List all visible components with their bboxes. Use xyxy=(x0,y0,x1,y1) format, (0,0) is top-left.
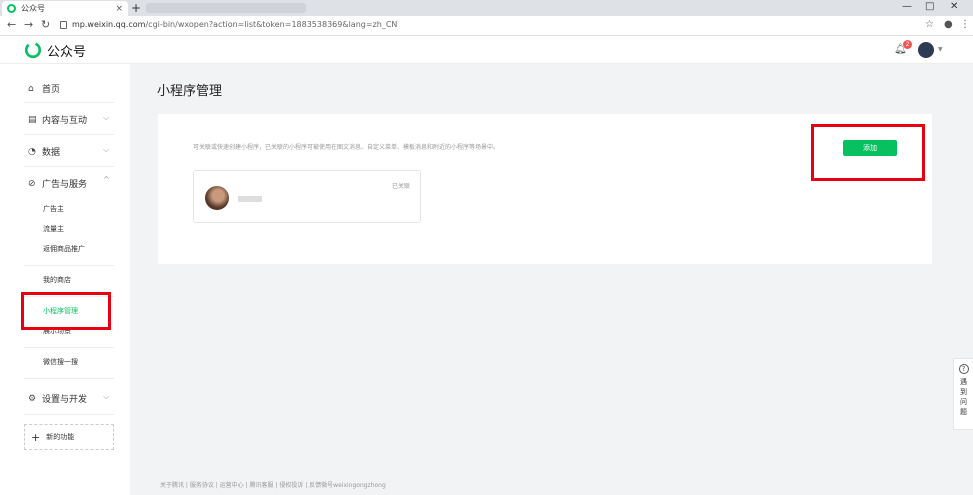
tab-close-icon[interactable]: × xyxy=(115,4,123,14)
app-header: 公众号 🔔︎ 2 ▼ xyxy=(0,36,973,64)
logo-text[interactable]: 公众号 xyxy=(47,41,86,60)
profile-icon[interactable]: ● xyxy=(944,19,953,30)
new-function-button[interactable]: + 新的功能 xyxy=(24,424,114,450)
chevron-up-icon[interactable]: ^ xyxy=(103,175,110,184)
url-host: mp.weixin.qq.com xyxy=(72,20,146,29)
maximize-button[interactable]: □ xyxy=(925,1,934,12)
home-icon: ⌂ xyxy=(28,83,34,94)
page-title: 小程序管理 xyxy=(157,84,223,99)
url-field[interactable]: mp.weixin.qq.com/cgi-bin/wxopen?action=l… xyxy=(72,20,397,29)
highlight-box-mini-program-menu xyxy=(21,292,111,330)
question-icon: ? xyxy=(958,364,969,374)
help-widget[interactable]: ? 遇到问题 xyxy=(953,358,973,430)
blurred-tab[interactable] xyxy=(146,3,306,13)
linked-status-label: 已关联 xyxy=(391,183,410,190)
sidebar-item-ads[interactable]: ⊘ 广告与服务 xyxy=(28,177,88,191)
sidebar-item-data[interactable]: ◔ 数据 xyxy=(28,145,61,159)
chevron-down-icon[interactable]: ⌵ xyxy=(103,113,109,123)
new-function-label: 新的功能 xyxy=(46,433,75,441)
browser-tab-bar: 公众号 × + — □ ✕ xyxy=(0,0,973,16)
reload-icon[interactable]: ↻ xyxy=(41,18,50,31)
sidebar-item-settings[interactable]: ⚙ 设置与开发 xyxy=(28,392,88,406)
sidebar-item-label: 内容与互动 xyxy=(42,116,88,126)
chevron-down-icon[interactable]: ⌵ xyxy=(103,145,109,155)
divider xyxy=(24,166,114,167)
footer-links[interactable]: 关于腾讯 | 服务协议 | 运营中心 | 腾讯客服 | 侵权投诉 | 反馈微号w… xyxy=(160,480,386,489)
sidebar-subitem-advertiser[interactable]: 广告主 xyxy=(43,204,64,214)
sidebar-item-label: 设置与开发 xyxy=(42,395,88,405)
sidebar-subitem-publisher[interactable]: 流量主 xyxy=(43,224,64,234)
wechat-favicon-icon xyxy=(7,4,16,13)
sidebar-item-content[interactable]: ▤ 内容与互动 xyxy=(28,113,88,127)
divider xyxy=(24,347,114,348)
avatar[interactable] xyxy=(918,42,934,58)
bookmark-star-icon[interactable]: ☆ xyxy=(925,19,934,30)
sidebar: ⌂ 首页 ▤ 内容与互动 ⌵ ◔ 数据 ⌵ ⊘ 广告与服务 ^ 广告主 流量主 … xyxy=(0,64,130,495)
browser-address-bar: ← → ↻ mp.weixin.qq.com/cgi-bin/wxopen?ac… xyxy=(0,16,973,36)
document-icon: ▤ xyxy=(28,114,37,125)
lock-icon xyxy=(60,21,67,29)
back-arrow-icon[interactable]: ← xyxy=(7,18,16,31)
highlight-box-add-button xyxy=(811,124,925,181)
pie-chart-icon: ◔ xyxy=(28,146,36,157)
sidebar-item-label: 广告与服务 xyxy=(42,180,88,190)
divider xyxy=(24,102,114,103)
sidebar-subitem-search[interactable]: 微信搜一搜 xyxy=(43,357,78,367)
sidebar-subitem-my-store[interactable]: 我的商店 xyxy=(43,275,71,285)
description-text: 可关联或快速创建小程序，已关联的小程序可被使用在图文消息、自定义菜单、模板消息和… xyxy=(193,144,500,151)
browser-tab-active[interactable]: 公众号 × xyxy=(2,1,128,16)
divider xyxy=(24,265,114,266)
linked-mini-program-card[interactable]: 已关联 xyxy=(193,170,421,223)
notification-badge: 2 xyxy=(903,40,912,49)
mini-program-avatar xyxy=(205,186,229,210)
divider xyxy=(24,378,114,379)
sidebar-item-label: 数据 xyxy=(42,148,61,158)
help-label: 遇到问题 xyxy=(960,378,967,416)
close-window-button[interactable]: ✕ xyxy=(950,1,958,12)
forward-arrow-icon[interactable]: → xyxy=(24,18,33,31)
tab-title: 公众号 xyxy=(21,4,45,13)
chevron-down-icon[interactable]: ⌵ xyxy=(103,392,109,402)
url-path: /cgi-bin/wxopen?action=list&token=188353… xyxy=(145,20,398,29)
sidebar-item-home[interactable]: ⌂ 首页 xyxy=(28,82,61,96)
divider xyxy=(24,134,114,135)
plus-icon: + xyxy=(31,430,41,444)
sidebar-subitem-rebate[interactable]: 返佣商品推广 xyxy=(43,244,85,254)
chevron-down-icon[interactable]: ▼ xyxy=(938,46,943,53)
compass-icon: ⊘ xyxy=(28,178,36,189)
wechat-mp-logo-icon[interactable] xyxy=(24,41,42,59)
sidebar-item-label: 首页 xyxy=(42,85,61,95)
new-tab-button[interactable]: + xyxy=(131,1,141,15)
minimize-button[interactable]: — xyxy=(902,1,912,12)
mini-program-name-blurred xyxy=(238,196,262,202)
gear-icon: ⚙ xyxy=(28,393,37,404)
menu-dots-icon[interactable]: ⋮ xyxy=(960,19,970,30)
divider xyxy=(24,414,114,415)
